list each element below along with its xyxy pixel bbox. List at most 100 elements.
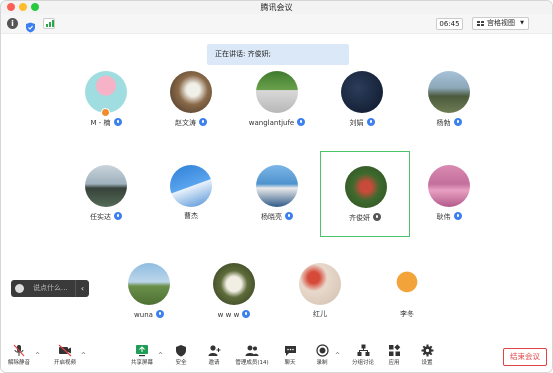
mic-icon	[366, 118, 375, 126]
video-label: 开启视频	[53, 360, 76, 366]
participant-name: 刘娟	[349, 119, 364, 127]
participant-name: 李冬	[400, 310, 414, 318]
avatar	[128, 263, 170, 305]
chevron-left-icon[interactable]: ‹	[75, 280, 89, 297]
title-bar: 腾讯会议	[1, 1, 552, 14]
participant-tile[interactable]: 杨晓亮	[232, 151, 322, 237]
participant-tile[interactable]: 红儿	[275, 249, 365, 335]
avatar	[85, 165, 127, 207]
apps-icon	[388, 344, 400, 356]
chevron-up-icon[interactable]: ^	[158, 352, 163, 359]
chat-label: 聊天	[284, 360, 296, 366]
mic-icon	[155, 310, 164, 318]
info-icon[interactable]: i	[7, 18, 18, 29]
participant-tile[interactable]: 李冬	[362, 249, 452, 335]
share-screen-icon	[136, 345, 148, 357]
chat-placeholder: 说点什么...	[33, 284, 68, 292]
chevron-up-icon[interactable]: ^	[81, 352, 86, 359]
meeting-window: 腾讯会议 i 06:45 宫格视图 ▼ 正在讲话: 齐俊妍; M - 楠 赵文涛…	[0, 0, 553, 373]
participant-tile-active-speaker[interactable]: 齐俊妍	[320, 151, 410, 237]
mic-icon	[114, 212, 122, 220]
participant-tile[interactable]: wuna	[104, 249, 194, 335]
chat-quick-input[interactable]: 说点什么... ‹	[11, 280, 89, 297]
host-badge-icon	[101, 108, 110, 117]
breakout-label: 分组讨论	[351, 360, 374, 366]
participant-tile[interactable]: wanglantjufe	[232, 57, 322, 143]
record-button[interactable]: 录制	[314, 344, 330, 367]
participant-name: 耿伟	[436, 213, 451, 221]
shield-icon[interactable]	[25, 18, 36, 33]
gear-icon	[421, 344, 433, 357]
participant-name: 任实达	[90, 213, 111, 221]
settings-button[interactable]: 设置	[419, 344, 435, 367]
participant-tile[interactable]: w w w	[189, 249, 279, 335]
participant-tile[interactable]: 曹杰	[146, 151, 236, 237]
avatar	[213, 263, 255, 305]
share-screen-button[interactable]: 共享屏幕	[129, 344, 155, 367]
view-mode-button[interactable]: 宫格视图 ▼	[472, 17, 529, 30]
mic-icon	[113, 118, 122, 126]
video-off-icon	[58, 344, 72, 357]
mic-muted-icon	[13, 344, 25, 357]
avatar	[345, 166, 387, 208]
avatar	[341, 71, 383, 113]
network-signal-icon[interactable]	[43, 18, 55, 29]
participant-name: 齐俊妍	[349, 214, 370, 222]
avatar	[386, 263, 428, 305]
participant-name: M - 楠	[90, 119, 111, 127]
participant-name: wuna	[134, 311, 153, 319]
manage-members-label: 管理成员(14)	[235, 360, 269, 366]
avatar	[256, 165, 298, 207]
participant-tile[interactable]: 任实达	[61, 151, 151, 237]
record-icon	[315, 344, 329, 357]
breakout-icon	[357, 344, 369, 356]
mic-icon	[199, 118, 207, 126]
share-label: 共享屏幕	[130, 360, 153, 366]
manage-members-button[interactable]: 管理成员(14)	[234, 344, 270, 367]
avatar	[170, 165, 212, 207]
participant-name: 杨勃	[436, 119, 451, 127]
participant-name: 曹杰	[184, 212, 198, 220]
chevron-up-icon[interactable]: ^	[35, 352, 40, 359]
chevron-down-icon: ▼	[520, 20, 524, 26]
bottom-toolbar: 解除静音 ^ 开启视频 ^ 共享屏幕 ^ 安全 邀请 管理成员(14) 聊天 录…	[1, 338, 552, 372]
avatar	[85, 71, 127, 113]
participant-name: w w w	[217, 311, 240, 319]
avatar	[428, 165, 470, 207]
chat-button[interactable]: 聊天	[282, 344, 298, 367]
shield-icon	[176, 345, 186, 357]
invite-button[interactable]: 邀请	[206, 344, 222, 367]
meeting-timer: 06:45	[436, 18, 463, 30]
participant-tile[interactable]: 耿伟	[404, 151, 494, 237]
mic-icon	[453, 212, 462, 220]
settings-label: 设置	[421, 360, 433, 366]
end-meeting-button[interactable]: 结束会议	[503, 348, 547, 366]
apps-label: 应用	[388, 360, 400, 366]
security-button[interactable]: 安全	[173, 344, 189, 367]
unmute-button[interactable]: 解除静音	[7, 344, 31, 367]
chevron-up-icon[interactable]: ^	[335, 352, 340, 359]
invite-label: 邀请	[208, 360, 220, 366]
avatar	[256, 71, 298, 113]
grid-view-icon	[477, 21, 484, 27]
mic-icon	[285, 212, 293, 220]
start-video-button[interactable]: 开启视频	[52, 344, 78, 367]
avatar	[299, 263, 341, 305]
meeting-info-bar: i 06:45 宫格视图 ▼	[1, 14, 552, 34]
participant-tile[interactable]: 赵文涛	[146, 57, 236, 143]
mic-icon	[453, 118, 462, 126]
mic-icon	[373, 213, 381, 221]
participant-name: 红儿	[313, 310, 327, 318]
chat-icon	[284, 346, 296, 356]
mic-icon	[297, 118, 306, 126]
members-icon	[245, 345, 259, 356]
invite-icon	[208, 345, 220, 356]
emoji-icon[interactable]	[15, 284, 24, 293]
participant-tile[interactable]: 刘娟	[317, 57, 407, 143]
breakout-rooms-button[interactable]: 分组讨论	[350, 344, 376, 367]
participant-name: wanglantjufe	[248, 119, 295, 127]
participant-tile[interactable]: 杨勃	[404, 57, 494, 143]
participant-tile[interactable]: M - 楠	[61, 57, 151, 143]
apps-button[interactable]: 应用	[386, 344, 402, 367]
participant-name: 杨晓亮	[261, 213, 282, 221]
